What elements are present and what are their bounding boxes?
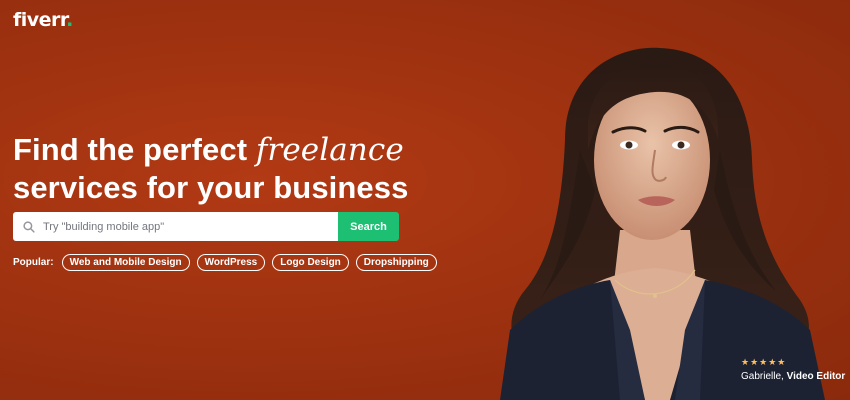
popular-tag-dropshipping[interactable]: Dropshipping: [355, 254, 437, 271]
headline-accent: freelance: [255, 132, 404, 168]
popular-label: Popular:: [13, 257, 54, 268]
headline-part-2: services for your business: [13, 170, 409, 205]
search-field[interactable]: [13, 212, 338, 241]
search-button[interactable]: Search: [338, 212, 399, 241]
popular-searches: Popular: Web and Mobile Design WordPress…: [13, 254, 437, 271]
popular-tag-wordpress[interactable]: WordPress: [196, 254, 266, 271]
five-star-rating-icon: ★★★★★: [741, 357, 787, 367]
logo-dot: .: [66, 9, 73, 31]
fiverr-logo[interactable]: fiverr.: [13, 9, 73, 31]
testimonial-rating: ★★★★★ Gabrielle, Video Editor: [741, 357, 845, 382]
headline-part-1: Find the perfect: [13, 132, 256, 167]
popular-tag-logo-design[interactable]: Logo Design: [272, 254, 349, 271]
logo-text: fiverr: [13, 9, 67, 31]
reviewer-role: Video Editor: [786, 371, 846, 382]
hero-headline: Find the perfect freelance services for y…: [13, 131, 443, 206]
search-bar: Search: [13, 212, 399, 241]
search-input[interactable]: [43, 220, 303, 233]
popular-tag-web-mobile-design[interactable]: Web and Mobile Design: [61, 254, 190, 271]
hero-portrait-image: [500, 47, 825, 400]
reviewer-credit: Gabrielle, Video Editor: [741, 371, 845, 382]
reviewer-name: Gabrielle,: [741, 371, 784, 382]
search-icon: [23, 220, 35, 233]
